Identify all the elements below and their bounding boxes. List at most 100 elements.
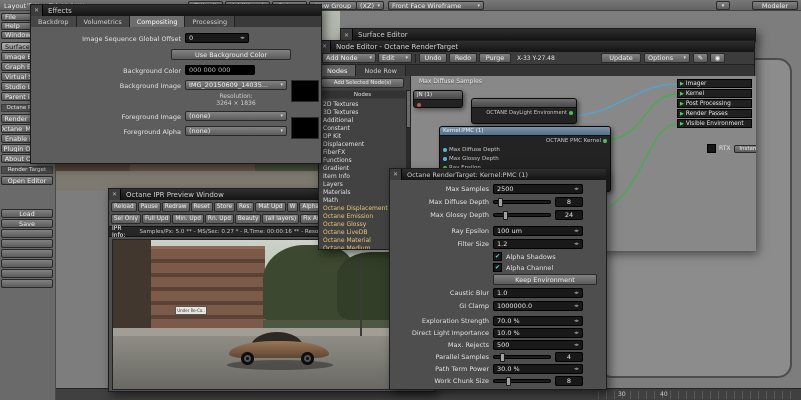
- ray-epsilon-field[interactable]: 100 um ◂▸: [493, 226, 583, 236]
- render-target-input-row[interactable]: ▶ Render Passes: [677, 109, 752, 118]
- sidebar-bottom-item[interactable]: [1, 239, 53, 248]
- output-dot-icon[interactable]: [569, 110, 573, 115]
- work-chunk-size-value[interactable]: 8: [555, 376, 583, 386]
- effects-titlebar[interactable]: ✕ Effects: [31, 5, 321, 16]
- render-target-input-row[interactable]: ▶ Imager: [677, 79, 752, 88]
- gi-clamp-field[interactable]: 1000000.0 ◂▸: [493, 301, 583, 311]
- sidebar-bottom-item[interactable]: [1, 229, 53, 238]
- input-dot-icon[interactable]: [417, 102, 421, 107]
- stepper-icon[interactable]: ◂▸: [574, 366, 579, 372]
- node-jn[interactable]: jN (1): [413, 90, 463, 108]
- max-samples-field[interactable]: 2500 ◂▸: [493, 184, 583, 194]
- foreground-image-dropdown[interactable]: (none) ▾: [185, 111, 287, 121]
- stepper-icon[interactable]: ◂▸: [574, 330, 579, 336]
- max-glossy-depth-slider[interactable]: [493, 211, 551, 220]
- ipr-toolbar-button[interactable]: Store: [213, 202, 236, 212]
- use-background-color-button[interactable]: Use Background Color: [171, 49, 291, 60]
- parallel-samples-slider[interactable]: [493, 353, 551, 362]
- offset-field[interactable]: 0 ◂▸: [185, 33, 249, 43]
- path-term-power-field[interactable]: 30.0 % ◂▸: [493, 364, 583, 374]
- add-selected-nodes-button[interactable]: Add Selected Node(s): [321, 78, 404, 88]
- render-target-input-row[interactable]: ▶ Post Processing: [677, 99, 752, 108]
- view-mode-dropdown[interactable]: Front Face Wireframe ▾: [388, 1, 484, 10]
- keep-environment-button[interactable]: Keep Environment: [493, 274, 597, 285]
- input-dot-icon[interactable]: [443, 156, 447, 161]
- sidebar-bottom-item[interactable]: [1, 249, 53, 258]
- exploration-strength-field[interactable]: 70.0 % ◂▸: [493, 316, 583, 326]
- close-icon[interactable]: ✕: [31, 5, 43, 16]
- kernel-panel-titlebar[interactable]: ✕ Octane RenderTarget: Kernel:PMC (1): [390, 169, 606, 180]
- effects-tab[interactable]: Backdrop: [31, 16, 77, 27]
- render-target-input-row[interactable]: ▶ Kernel: [677, 89, 752, 98]
- node-category-item[interactable]: Functions: [319, 156, 406, 164]
- stepper-icon[interactable]: ◂▸: [574, 303, 579, 309]
- stepper-icon[interactable]: ◂▸: [574, 186, 579, 192]
- ipr-toolbar-button[interactable]: Reload: [111, 202, 137, 212]
- effects-window[interactable]: ✕ Effects Backdrop Volumetrics Compositing…: [30, 4, 322, 164]
- node-category-item[interactable]: 3D Textures: [319, 108, 406, 116]
- max-diffuse-depth-slider[interactable]: [493, 198, 551, 207]
- ipr-toolbar-button[interactable]: Reset: [190, 202, 213, 212]
- ipr-render-view[interactable]: Under Re-Co..: [112, 239, 433, 390]
- kernel-panel[interactable]: ✕ Octane RenderTarget: Kernel:PMC (1) Ma…: [389, 168, 607, 390]
- modeler-button[interactable]: Modeler: [752, 1, 798, 10]
- render-target-input-row[interactable]: ▶ Visible Environment: [677, 119, 752, 128]
- effects-tab[interactable]: Processing: [185, 16, 236, 27]
- undo-button[interactable]: Undo: [419, 53, 447, 63]
- output-dot-icon[interactable]: [603, 138, 607, 143]
- redo-button[interactable]: Redo: [449, 53, 477, 63]
- alpha-channel-checkbox[interactable]: ✔: [493, 263, 502, 272]
- stepper-icon[interactable]: ◂▸: [574, 318, 579, 324]
- foreground-alpha-thumbnail[interactable]: [291, 117, 319, 139]
- ipr-toolbar-button[interactable]: Sel Only: [111, 214, 141, 224]
- menubar-chevron-button[interactable]: ▾: [716, 1, 730, 10]
- sidebar-target-item[interactable]: Open Editor: [1, 176, 53, 185]
- node-category-item[interactable]: 2D Textures: [319, 100, 406, 108]
- sidebar-bottom-item[interactable]: [1, 269, 53, 278]
- sidebar-bottom-item[interactable]: Save: [1, 219, 53, 228]
- sidebar-bottom-item[interactable]: Load: [1, 209, 53, 218]
- stepper-icon[interactable]: ◂▸: [574, 228, 579, 234]
- node-kernel-title[interactable]: Kernel:PMC (1): [440, 127, 610, 136]
- work-chunk-size-slider[interactable]: [493, 377, 551, 386]
- alpha-shadows-checkbox[interactable]: ✔: [493, 252, 502, 261]
- stepper-icon[interactable]: ◂▸: [574, 342, 579, 348]
- max-glossy-depth-value[interactable]: 24: [555, 210, 583, 220]
- direct-light-importance-field[interactable]: 10.0 % ◂▸: [493, 328, 583, 338]
- node-category-item[interactable]: FiberFX: [319, 148, 406, 156]
- stepper-icon[interactable]: ◂▸: [574, 290, 579, 296]
- node-category-item[interactable]: Displacement: [319, 140, 406, 148]
- preview-toggle-button[interactable]: ◉: [710, 53, 725, 63]
- edit-comment-button[interactable]: ✎: [693, 53, 708, 63]
- node-category-item[interactable]: Additional: [319, 116, 406, 124]
- background-image-dropdown[interactable]: IMG_20150609_14035... ▾: [185, 80, 287, 90]
- ipr-toolbar-button[interactable]: Full Upd: [141, 214, 172, 224]
- stepper-icon[interactable]: ◂▸: [574, 241, 579, 247]
- stepper-icon[interactable]: ◂▸: [240, 35, 245, 41]
- effects-tab[interactable]: Compositing: [129, 16, 186, 27]
- ipr-toolbar-button[interactable]: Redraw: [161, 202, 190, 212]
- close-icon[interactable]: ✕: [109, 189, 121, 200]
- node-category-item[interactable]: Constant: [319, 124, 406, 132]
- sidebar-bottom-item[interactable]: [1, 279, 53, 288]
- add-node-button[interactable]: Add Node ▾: [322, 53, 376, 63]
- options-button[interactable]: Options ▾: [644, 53, 690, 63]
- node-daylight-title[interactable]: [472, 99, 576, 108]
- ipr-toolbar-button[interactable]: Rn. Upd: [204, 214, 234, 224]
- view-axis-dropdown[interactable]: (XZ) ▾: [356, 1, 384, 10]
- node-category-item[interactable]: DP Kit: [319, 132, 406, 140]
- max-diffuse-depth-value[interactable]: 8: [555, 197, 583, 207]
- ipr-toolbar-button[interactable]: Res:: [236, 202, 255, 212]
- node-editor-titlebar[interactable]: ✕ Node Editor - Octane RenderTarget: [319, 41, 754, 52]
- filter-size-field[interactable]: 1.2 ◂▸: [493, 239, 583, 249]
- rtx-checkbox[interactable]: [707, 144, 716, 153]
- parallel-samples-value[interactable]: 4: [555, 352, 583, 362]
- ipr-toolbar-button[interactable]: Mat Upd: [255, 202, 286, 212]
- node-editor-tab[interactable]: Node Row: [356, 65, 406, 76]
- edit-menu-button[interactable]: Edit ▾: [378, 53, 412, 63]
- foreground-alpha-dropdown[interactable]: (none) ▾: [185, 126, 287, 136]
- ipr-toolbar-button[interactable]: (all layers): [262, 214, 300, 224]
- instances-button[interactable]: Instan...: [733, 144, 756, 153]
- close-icon[interactable]: ✕: [390, 169, 402, 180]
- node-daylight-environment[interactable]: OCTANE DayLight Environment: [471, 98, 577, 124]
